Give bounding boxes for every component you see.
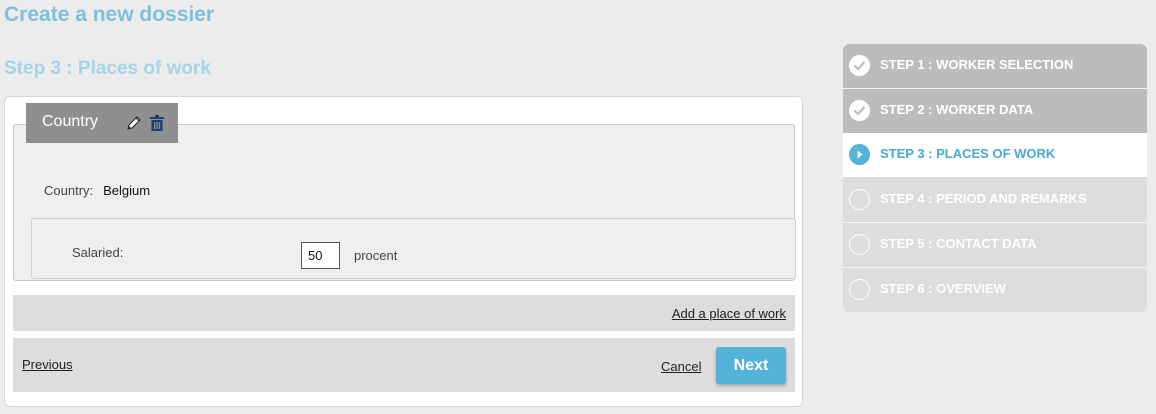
- step-6-label: STEP 6 : OVERVIEW: [880, 281, 1006, 296]
- page-title: Create a new dossier: [4, 3, 215, 26]
- country-tab-label: Country: [42, 113, 99, 130]
- salaried-label: Salaried:: [72, 245, 124, 260]
- salaried-box: Salaried: procent: [31, 218, 796, 279]
- step-1: STEP 1 : WORKER SELECTION: [843, 44, 1147, 88]
- places-of-work-card: Country: Belgium Salaried: procent Countr…: [4, 96, 803, 407]
- step-4: STEP 4 : PERIOD AND REMARKS: [843, 178, 1147, 222]
- add-place-of-work-link[interactable]: Add a place of work: [672, 306, 786, 321]
- salaried-input[interactable]: [301, 242, 340, 269]
- pencil-icon[interactable]: [126, 115, 142, 131]
- step-3-label: STEP 3 : PLACES OF WORK: [880, 146, 1056, 161]
- country-value: Belgium: [103, 183, 151, 198]
- empty-circle-icon: [849, 234, 870, 255]
- check-icon: [849, 100, 870, 121]
- trash-icon[interactable]: [150, 115, 164, 131]
- cancel-link[interactable]: Cancel: [661, 359, 701, 374]
- next-button[interactable]: Next: [716, 347, 786, 384]
- add-place-bar: Add a place of work: [13, 295, 795, 331]
- step-2-label: STEP 2 : WORKER DATA: [880, 102, 1034, 117]
- step-6: STEP 6 : OVERVIEW: [843, 268, 1147, 312]
- wizard-nav-bar: Previous Cancel Next: [13, 338, 795, 392]
- country-fieldset: Country: Belgium Salaried: procent: [13, 124, 796, 281]
- empty-circle-icon: [849, 279, 870, 300]
- step-4-label: STEP 4 : PERIOD AND REMARKS: [880, 191, 1087, 206]
- step-title: Step 3 : Places of work: [4, 58, 211, 79]
- step-1-label: STEP 1 : WORKER SELECTION: [880, 57, 1074, 72]
- country-row: Country: Belgium: [44, 183, 150, 198]
- country-label: Country:: [44, 183, 94, 198]
- wizard-steps: STEP 1 : WORKER SELECTION STEP 2 : WORKE…: [843, 44, 1147, 312]
- step-3: STEP 3 : PLACES OF WORK: [843, 133, 1147, 177]
- step-5: STEP 5 : CONTACT DATA: [843, 223, 1147, 267]
- check-icon: [849, 55, 870, 76]
- salaried-unit: procent: [354, 248, 398, 263]
- step-5-label: STEP 5 : CONTACT DATA: [880, 236, 1037, 251]
- play-icon: [849, 144, 870, 165]
- previous-link[interactable]: Previous: [22, 357, 73, 372]
- step-2: STEP 2 : WORKER DATA: [843, 89, 1147, 133]
- country-tab: Country: [26, 103, 178, 143]
- empty-circle-icon: [849, 189, 870, 210]
